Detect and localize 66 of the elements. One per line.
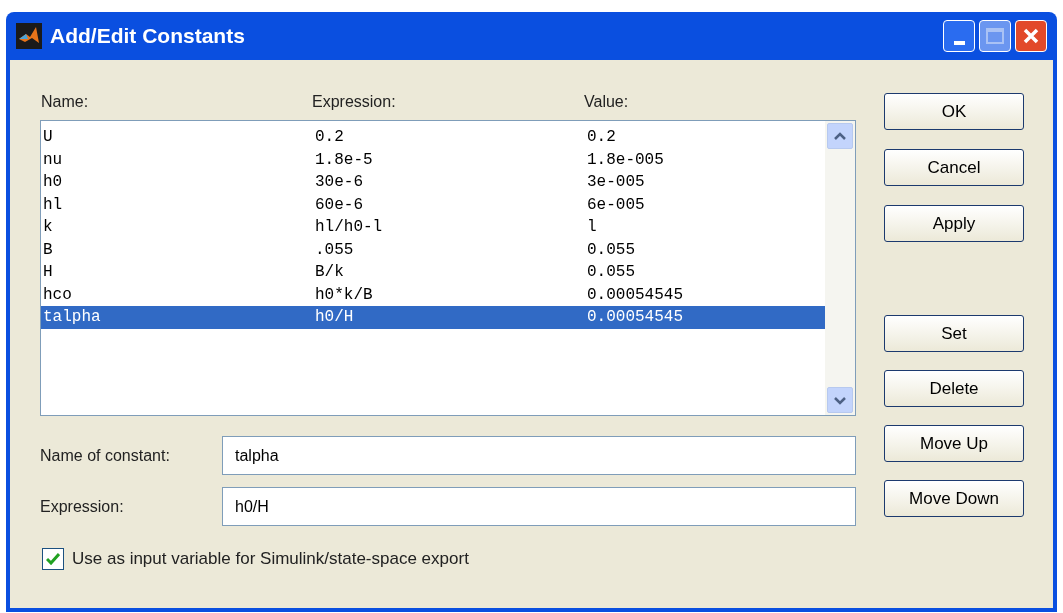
- list-row[interactable]: talpha h0/H 0.00054545: [41, 306, 825, 329]
- expression-cell-text: h0*k/B: [315, 286, 374, 303]
- chevron-up-icon: [833, 131, 847, 141]
- name-cell-text: k: [43, 219, 54, 236]
- text-field[interactable]: h0/H: [222, 487, 856, 526]
- dialog-button[interactable]: Move Up: [884, 425, 1024, 462]
- value-cell: 0.00054545: [587, 309, 683, 326]
- value-cell: 0.00054545: [587, 286, 683, 303]
- field-label: Name of constant:: [40, 445, 171, 466]
- list-row[interactable]: U 0.2 0.2: [41, 126, 825, 149]
- scroll-down-button[interactable]: [827, 387, 853, 413]
- name-cell-text: nu: [43, 151, 64, 168]
- expression-cell-text: 0.2: [315, 129, 345, 146]
- expression-cell-text: B/k: [315, 264, 345, 281]
- maximize-button[interactable]: [979, 20, 1011, 52]
- scroll-up-button[interactable]: [827, 123, 853, 149]
- window-title: Add/Edit Constants: [50, 23, 246, 50]
- text-field[interactable]: talpha: [222, 436, 856, 475]
- column-header: Expression:: [312, 92, 397, 112]
- expression-cell-text: h0/H: [315, 309, 355, 326]
- dialog-button[interactable]: OK: [884, 93, 1024, 130]
- value-cell: 0.055: [587, 241, 635, 258]
- value-cell: 0.2: [587, 129, 616, 146]
- name-cell-text: hl: [43, 196, 64, 213]
- dialog-button[interactable]: Set: [884, 315, 1024, 352]
- dialog-button[interactable]: Move Down: [884, 480, 1024, 517]
- field-label: Expression:: [40, 496, 125, 517]
- dialog-button[interactable]: Delete: [884, 370, 1024, 407]
- chevron-down-icon: [833, 395, 847, 405]
- name-cell-text: H: [43, 264, 54, 281]
- list-row[interactable]: B .055 0.055: [41, 238, 825, 261]
- list-row[interactable]: nu 1.8e-5 1.8e-005: [41, 148, 825, 171]
- list-row[interactable]: hl 60e-6 6e-005: [41, 193, 825, 216]
- app-logo-icon: [16, 23, 42, 49]
- checkbox[interactable]: [42, 547, 64, 570]
- expression-cell-text: .055: [315, 241, 355, 258]
- value-cell: l: [587, 219, 597, 236]
- minimize-icon: [953, 41, 965, 45]
- list-row[interactable]: k hl/h0-l l: [41, 216, 825, 239]
- name-cell-text: U: [43, 129, 54, 146]
- value-cell: 0.055: [587, 264, 635, 281]
- expression-cell-text: 30e-6: [315, 174, 364, 191]
- value-cell: 3e-005: [587, 174, 645, 191]
- expression-cell-text: 60e-6: [315, 196, 364, 213]
- value-cell: 6e-005: [587, 196, 645, 213]
- checkbox-label: Use as input variable for Simulink/state-space export: [72, 548, 469, 570]
- name-cell-text: talpha: [43, 309, 102, 326]
- column-header: Name:: [40, 92, 90, 112]
- list-row[interactable]: hco h0*k/B 0.00054545: [41, 283, 825, 306]
- dialog-button[interactable]: Cancel: [884, 149, 1024, 186]
- close-icon: [1022, 27, 1040, 45]
- name-cell-text: hco: [43, 286, 73, 303]
- scrollbar[interactable]: [825, 121, 855, 415]
- minimize-button[interactable]: [943, 20, 975, 52]
- checkmark-icon: [46, 552, 60, 565]
- maximize-icon: [986, 28, 1004, 44]
- name-cell-text: B: [43, 241, 54, 258]
- list-row[interactable]: H B/k 0.055: [41, 261, 825, 284]
- column-header: Value:: [584, 92, 629, 112]
- expression-cell-text: 1.8e-5: [315, 151, 374, 168]
- list-row[interactable]: h0 30e-6 3e-005: [41, 171, 825, 194]
- value-cell: 1.8e-005: [587, 151, 664, 168]
- expression-cell-text: hl/h0-l: [315, 219, 384, 236]
- dialog-button[interactable]: Apply: [884, 205, 1024, 242]
- close-button[interactable]: [1015, 20, 1047, 52]
- name-cell-text: h0: [43, 174, 64, 191]
